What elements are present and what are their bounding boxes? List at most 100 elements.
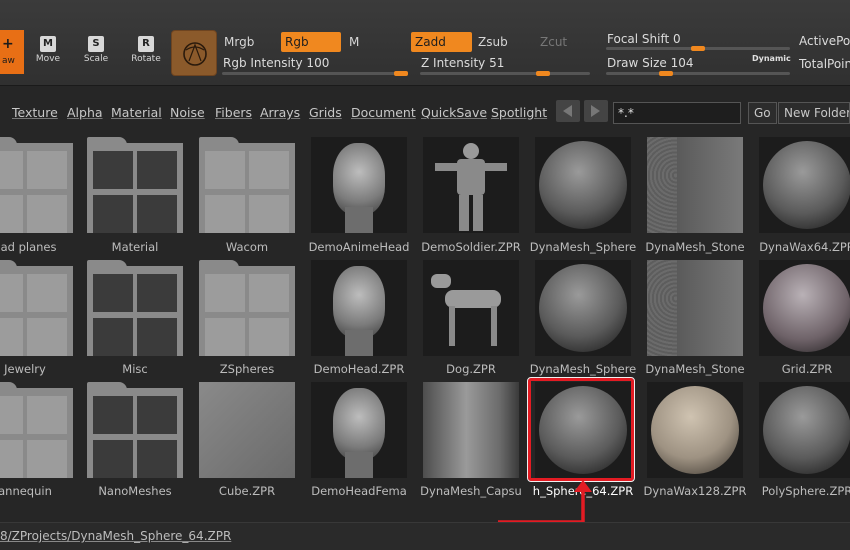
total-points-label: TotalPoin xyxy=(799,57,850,71)
sphere-thumbnail-icon xyxy=(539,264,627,352)
lightbox-item[interactable] xyxy=(759,382,850,478)
lightbox-item-label: Dog.ZPR xyxy=(446,362,496,376)
lightbox-folder[interactable] xyxy=(0,137,73,233)
tab-document[interactable]: Document xyxy=(351,105,416,120)
folder-preview-cell xyxy=(27,318,67,356)
lightbox-folder[interactable] xyxy=(87,382,183,478)
next-button[interactable] xyxy=(584,100,608,122)
mrgb-button[interactable]: Mrgb xyxy=(220,32,276,52)
focal-shift-knob[interactable] xyxy=(691,46,705,51)
tab-arrays[interactable]: Arrays xyxy=(260,105,300,120)
lightbox-item[interactable] xyxy=(199,382,295,478)
dynamic-toggle[interactable]: Dynamic xyxy=(752,54,791,63)
capsule-thumbnail-icon xyxy=(423,382,519,478)
folder-icon xyxy=(199,260,295,356)
rgb-button[interactable]: Rgb xyxy=(281,32,341,52)
lightbox-item-label: DemoSoldier.ZPR xyxy=(421,240,521,254)
lightbox-folder[interactable] xyxy=(87,137,183,233)
status-bar: 8/ZProjects/DynaMesh_Sphere_64.ZPR xyxy=(0,522,850,550)
folder-preview-cell xyxy=(93,274,133,312)
rotate-button[interactable]: R Rotate xyxy=(126,34,166,74)
folder-preview-cell xyxy=(137,274,177,312)
tab-noise[interactable]: Noise xyxy=(170,105,205,120)
lightbox-item-label: DemoHeadFema xyxy=(311,484,407,498)
folder-preview-cell xyxy=(205,318,245,356)
folder-preview-cell xyxy=(137,440,177,478)
tab-material[interactable]: Material xyxy=(111,105,162,120)
folder-preview-cell xyxy=(27,396,67,434)
folder-icon xyxy=(199,137,295,233)
go-button[interactable]: Go xyxy=(748,102,777,124)
lightbox-item[interactable] xyxy=(311,260,407,356)
cube-thumbnail-icon xyxy=(199,382,295,478)
lightbox-item-label: Cube.ZPR xyxy=(218,484,276,498)
lightbox-item[interactable] xyxy=(647,260,743,356)
stone-thumbnail-icon xyxy=(647,137,743,233)
tab-texture[interactable]: Texture xyxy=(12,105,58,120)
tab-spotlight[interactable]: Spotlight xyxy=(491,105,547,120)
move-icon: M xyxy=(40,36,56,52)
material-sphere-button[interactable] xyxy=(171,30,217,76)
rgb-intensity-knob[interactable] xyxy=(394,71,408,76)
lightbox-item[interactable] xyxy=(423,137,519,233)
active-points-label: ActivePoi xyxy=(799,34,850,48)
zadd-button[interactable]: Zadd xyxy=(411,32,472,52)
lightbox-item[interactable] xyxy=(311,137,407,233)
head-thumbnail-icon xyxy=(333,388,385,460)
lightbox-folder[interactable] xyxy=(0,382,73,478)
lightbox-item[interactable] xyxy=(759,137,850,233)
head-thumbnail-icon xyxy=(333,266,385,338)
folder-icon xyxy=(87,137,183,233)
move-button[interactable]: M Move xyxy=(28,34,68,74)
lightbox-item-label: annequin xyxy=(0,484,52,498)
lightbox-folder[interactable] xyxy=(199,260,295,356)
zsub-button[interactable]: Zsub xyxy=(474,32,532,52)
lightbox-item-label: Wacom xyxy=(225,240,269,254)
file-path[interactable]: 8/ZProjects/DynaMesh_Sphere_64.ZPR xyxy=(0,529,231,543)
draw-icon: + xyxy=(2,36,14,52)
lightbox-item[interactable] xyxy=(423,260,519,356)
scale-icon: S xyxy=(88,36,104,52)
folder-preview-cell xyxy=(93,195,133,233)
new-folder-button[interactable]: New Folder xyxy=(778,102,850,124)
rgb-intensity-slider[interactable] xyxy=(222,72,408,75)
lightbox-item[interactable] xyxy=(311,382,407,478)
folder-icon xyxy=(0,382,73,478)
lightbox-item-label: Misc xyxy=(122,362,148,376)
draw-size-knob[interactable] xyxy=(659,71,673,76)
rotate-label: Rotate xyxy=(131,54,161,64)
lightbox-item[interactable] xyxy=(647,137,743,233)
draw-label: aw xyxy=(2,56,15,66)
lightbox-item-label: NanoMeshes xyxy=(98,484,172,498)
lightbox-item-label: DynaMesh_Sphere xyxy=(529,240,637,254)
folder-icon xyxy=(0,137,73,233)
lightbox-search-input[interactable] xyxy=(613,102,741,124)
lightbox-item[interactable] xyxy=(535,260,631,356)
lightbox-item[interactable] xyxy=(647,382,743,478)
scale-button[interactable]: S Scale xyxy=(76,34,116,74)
folder-preview-cell xyxy=(137,195,177,233)
wax-sphere-thumbnail-icon xyxy=(651,386,739,474)
lightbox-folder[interactable] xyxy=(87,260,183,356)
folder-preview-cell xyxy=(0,151,23,189)
tab-alpha[interactable]: Alpha xyxy=(67,105,103,120)
lightbox-folder[interactable] xyxy=(0,260,73,356)
grid-thumbnail-icon xyxy=(763,264,850,352)
tab-quicksave[interactable]: QuickSave xyxy=(421,105,487,120)
lightbox-item[interactable] xyxy=(535,137,631,233)
tab-fibers[interactable]: Fibers xyxy=(215,105,252,120)
m-button[interactable]: M xyxy=(345,32,401,52)
draw-button[interactable]: + aw xyxy=(0,30,24,74)
lightbox-item[interactable] xyxy=(423,382,519,478)
lightbox-item-label: ZSpheres xyxy=(219,362,275,376)
lightbox-item[interactable] xyxy=(759,260,850,356)
tab-grids[interactable]: Grids xyxy=(309,105,342,120)
prev-button[interactable] xyxy=(556,100,580,122)
lightbox-folder[interactable] xyxy=(199,137,295,233)
draw-size-slider[interactable] xyxy=(606,72,790,75)
top-toolbar: + aw M Move S Scale R Rotate Mrgb Rgb M … xyxy=(0,0,850,86)
z-intensity-knob[interactable] xyxy=(536,71,550,76)
zcut-button[interactable]: Zcut xyxy=(536,32,586,52)
figure-thumbnail-icon xyxy=(463,143,479,159)
z-intensity-slider[interactable] xyxy=(420,72,590,75)
